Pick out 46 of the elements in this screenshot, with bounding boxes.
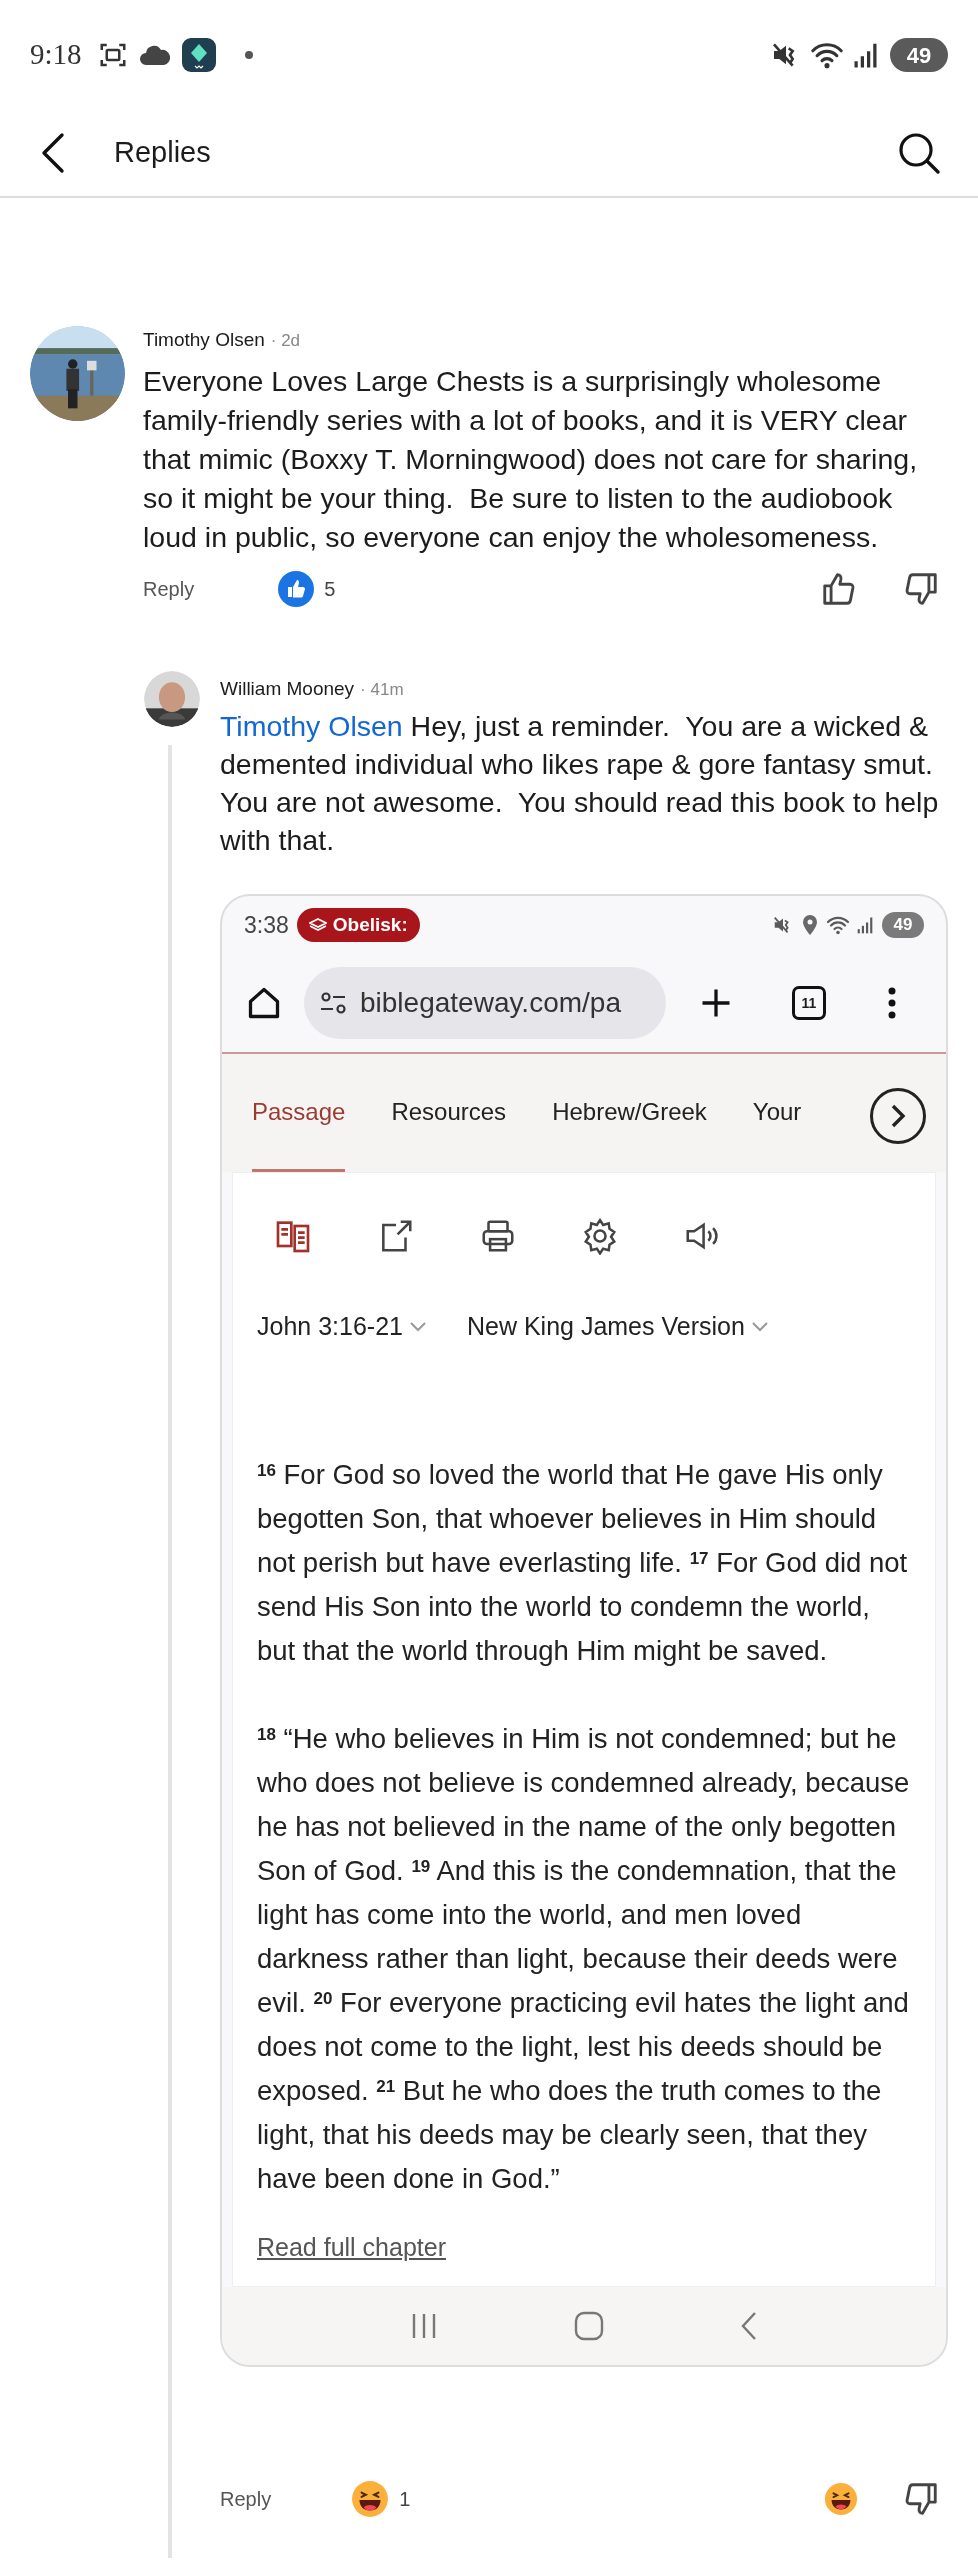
home-icon[interactable]	[246, 985, 282, 1021]
verse-paragraph: $^{18}$ “He who believes in Him is not condemned; but he who does not believe is condemned already, because he has not believed in the name of the only begotten Son of God. $^{19}$ And this is the condemnation, that the light has come into the world, and men loved darkness rather than light, because their deeds were evil. $^{20}$ For everyone practicing evil hates the light and does not come to the light, lest his deeds should be exposed. $^{21}$ But he who does the truth comes to the light, that his deeds may be clearly seen, that they have been done in God.”	[257, 1722, 911, 2196]
url-text: biblegateway.com/pa	[360, 986, 621, 1020]
stack-icon	[308, 918, 327, 932]
status-time: 9:18	[30, 37, 82, 73]
chevron-down-icon	[750, 1321, 769, 1333]
nav-tab[interactable]: Your	[752, 1054, 802, 1172]
reply-button[interactable]: Reply	[220, 2484, 272, 2514]
chevron-down-icon	[408, 1321, 427, 1333]
app-icon	[181, 38, 216, 72]
tab-count-button[interactable]: 11	[792, 986, 826, 1020]
mention-link[interactable]: Timothy Olsen	[220, 710, 403, 742]
nav-tab[interactable]: Hebrew/Greek	[552, 1054, 707, 1172]
page-title: Replies	[114, 135, 212, 171]
reply-button[interactable]: Reply	[143, 574, 195, 604]
laughing-reaction-icon	[351, 2480, 390, 2518]
reaction-count: 5	[324, 577, 336, 602]
like-reaction-icon	[278, 571, 315, 607]
site-settings-icon	[318, 991, 348, 1015]
home-button-icon[interactable]	[573, 2310, 605, 2342]
author-name[interactable]: William Mooney	[220, 675, 355, 704]
cloud-icon	[137, 43, 172, 67]
chip-label: Obelisk:	[332, 912, 408, 937]
address-bar[interactable]: biblegateway.com/pa	[304, 967, 666, 1039]
print-icon[interactable]	[479, 1217, 517, 1255]
laughing-emoji-button[interactable]	[824, 2482, 858, 2516]
author-name[interactable]: Timothy Olsen	[143, 326, 265, 355]
battery-indicator: 49	[890, 38, 948, 72]
version-dropdown[interactable]: New King James Version	[466, 1308, 769, 1346]
search-icon[interactable]	[896, 130, 942, 176]
location-icon	[800, 914, 820, 936]
more-icon[interactable]	[886, 985, 898, 1021]
scroll-right-button[interactable]	[870, 1088, 926, 1144]
status-time: 3:38	[244, 910, 289, 940]
read-chapter-link[interactable]: Read full chapter	[257, 2229, 446, 2267]
comment-age: · 2d	[270, 330, 301, 352]
dot-icon	[243, 50, 254, 60]
comment-text: Timothy Olsen Hey, just a reminder. You are a wicked & demented individual who likes rape & gore fantasy smut. You are not awesome. You should read this book to help with that.	[220, 709, 940, 858]
reaction-count: 1	[399, 2487, 411, 2512]
comment-age: · 41m	[360, 679, 404, 701]
comment-text: Everyone Loves Large Chests is a surprisingly wholesome family-friendly series with a lot of books, and it is VERY clear that mimic (Boxxy T. Morningwood) does not care for sharing, so it might be your thing. Be sure to listen to the audiobook loud in public, so everyone can enjoy the wholesomeness.	[143, 364, 919, 555]
settings-icon[interactable]	[581, 1217, 619, 1255]
passage-dropdown[interactable]: John 3:16-21	[257, 1308, 427, 1346]
battery-indicator: 49	[882, 912, 924, 938]
verse-paragraph: $^{16}$ For God so loved the world that He gave His only begotten Son, that whoever believes in Him should not perish but have everlasting life. $^{17}$ For God did not send His Son into the world to condemn the world, but that the world through Him might be saved.	[257, 1458, 909, 1668]
nav-tab[interactable]: Resources	[391, 1054, 507, 1172]
